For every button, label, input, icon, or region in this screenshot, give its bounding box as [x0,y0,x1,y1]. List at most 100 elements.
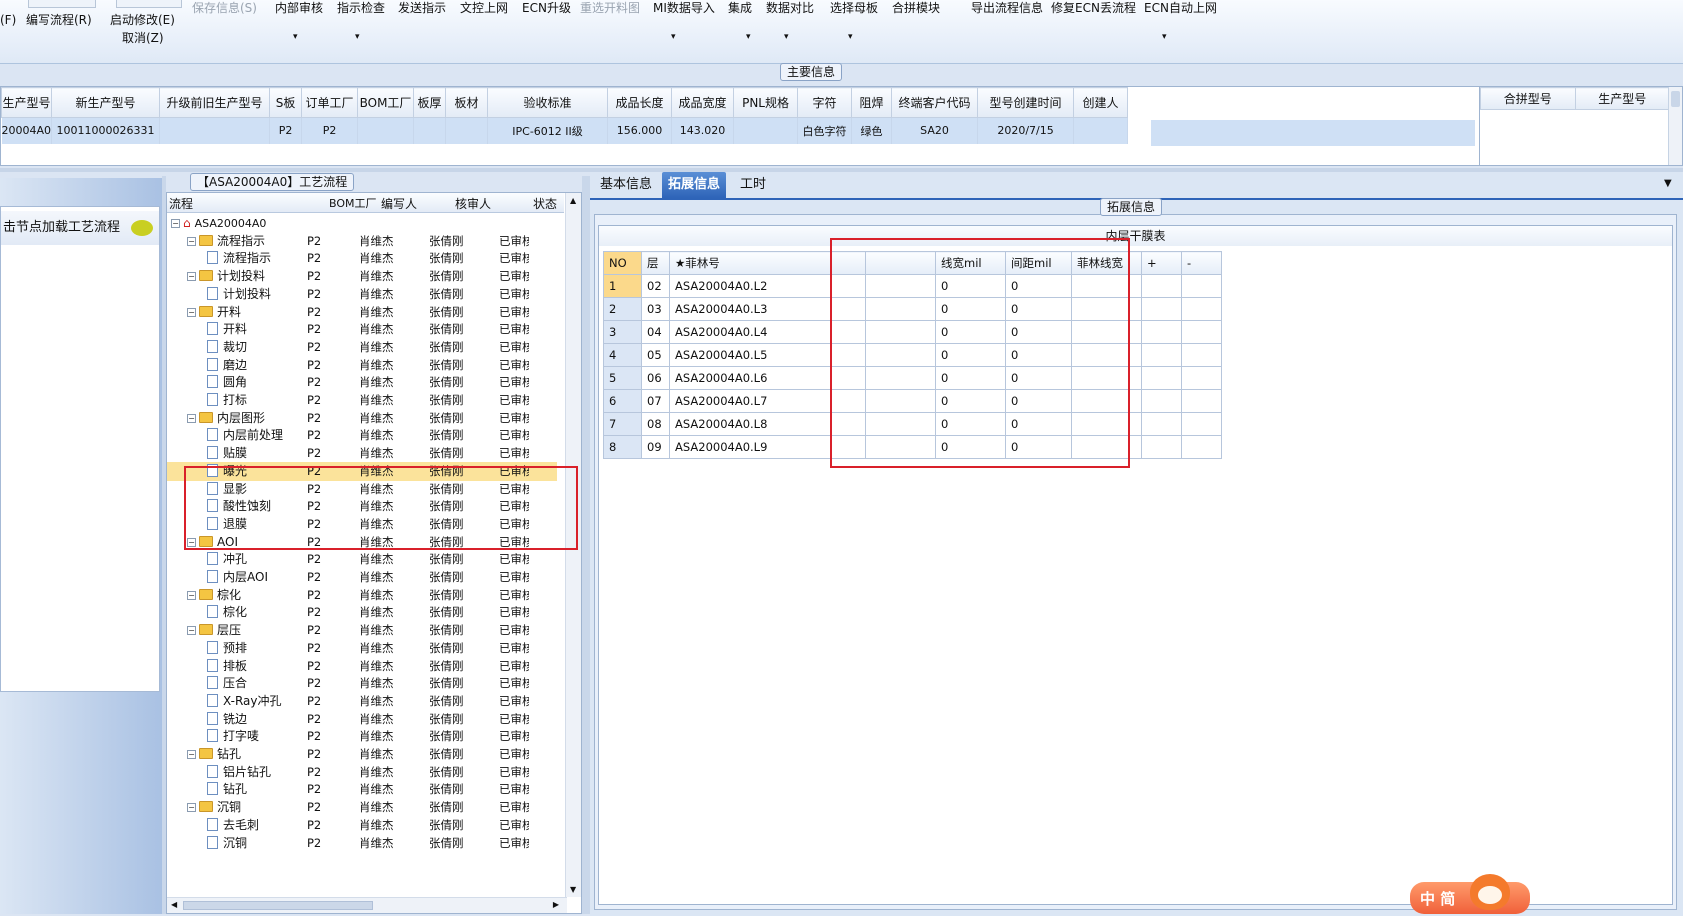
right-splitter[interactable] [582,176,590,914]
ext-cell[interactable]: 3 [603,320,642,344]
ext-cell[interactable] [1141,297,1182,321]
toolbar-button-4[interactable]: 文控上网 [460,0,508,16]
process-row[interactable]: 流程指示 P2 肖维杰 张倩刚 已审核 [167,249,557,268]
ext-cell[interactable] [1181,274,1222,298]
toolbar-button-2[interactable]: 指示检查 [337,0,385,16]
ext-cell[interactable] [1141,274,1182,298]
collapse-icon[interactable]: − [187,236,196,246]
ext-cell[interactable]: 05 [641,343,670,367]
toolbar-button-1[interactable]: 内部审核 [275,0,323,16]
collapse-icon[interactable]: − [187,626,196,636]
tab-2[interactable]: 工时 [734,172,772,198]
toolbar-button-0[interactable]: 保存信息(S) [192,0,257,16]
ext-cell[interactable]: 04 [641,320,670,344]
scroll-right-icon[interactable]: ▶ [553,900,559,909]
toolbar-button-6[interactable]: 重选开料图 [580,0,640,16]
ext-cell[interactable]: 07 [641,389,670,413]
process-row[interactable]: 贴膜 P2 肖维杰 张倩刚 已审核 [167,444,557,463]
process-row[interactable]: − 层压 P2 肖维杰 张倩刚 已审核 [167,621,557,640]
ext-cell[interactable]: 5 [603,366,642,390]
main-col-header-4[interactable]: 订单工厂 [301,87,359,118]
dropdown-arrow-icon[interactable]: ▾ [1162,29,1167,45]
ext-cell[interactable] [1141,320,1182,344]
toolbar-button-3[interactable]: 发送指示 [398,0,446,16]
toolbar-button-7[interactable]: MI数据导入 [653,0,715,16]
main-col-header-6[interactable]: 板厚 [413,87,447,118]
merge-col-header-0[interactable]: 合拼型号 [1480,87,1576,110]
ext-cell[interactable] [1181,343,1222,367]
ext-cell[interactable]: 03 [641,297,670,321]
ext-col-header-0[interactable]: NO [603,251,642,275]
main-col-header-8[interactable]: 验收标准 [487,87,609,118]
ext-cell[interactable]: 06 [641,366,670,390]
collapse-icon[interactable]: − [187,307,196,317]
main-col-header-9[interactable]: 成品长度 [607,87,673,118]
collapse-icon[interactable]: − [187,413,196,423]
main-col-header-11[interactable]: PNL规格 [733,87,799,118]
process-row[interactable]: 计划投料 P2 肖维杰 张倩刚 已审核 [167,285,557,304]
tree-root-row[interactable]: − ⌂ ASA20004A0 [167,214,557,233]
ext-cell[interactable]: 1 [603,274,642,298]
auto-modify-button[interactable]: 启动修改(E) [110,12,175,28]
process-col-header-2[interactable]: 编写人 [381,195,417,212]
ext-cell[interactable] [1181,435,1222,459]
cancel-button[interactable]: 取消(Z) [122,30,164,46]
process-row[interactable]: − 开料 P2 肖维杰 张倩刚 已审核 [167,303,557,322]
main-col-header-5[interactable]: BOM工厂 [357,87,415,118]
ext-cell[interactable] [1141,389,1182,413]
process-col-header-1[interactable]: BOM工厂 [329,195,377,211]
tab-menu-arrow-icon[interactable]: ▼ [1664,178,1672,189]
toolbar-button-9[interactable]: 数据对比 [766,0,814,16]
ext-col-header-8[interactable]: - [1181,251,1222,275]
write-flow-button[interactable]: 编写流程(R) [26,12,92,28]
process-row[interactable]: 铝片钻孔 P2 肖维杰 张倩刚 已审核 [167,763,557,782]
main-col-header-14[interactable]: 终端客户代码 [891,87,979,118]
ext-cell[interactable]: 8 [603,435,642,459]
ext-cell[interactable]: 02 [641,274,670,298]
ext-cell[interactable]: 7 [603,412,642,436]
process-row[interactable]: 冲孔 P2 肖维杰 张倩刚 已审核 [167,550,557,569]
main-col-header-7[interactable]: 板材 [445,87,489,118]
toolbar-button-12[interactable]: 导出流程信息 [971,0,1043,16]
collapse-icon[interactable]: − [187,272,196,282]
main-col-header-2[interactable]: 升级前旧生产型号 [159,87,271,118]
dropdown-arrow-icon[interactable]: ▾ [355,29,360,45]
process-col-header-3[interactable]: 核审人 [455,195,491,212]
process-row[interactable]: − 内层图形 P2 肖维杰 张倩刚 已审核 [167,409,557,428]
ext-cell[interactable] [1181,389,1222,413]
collapse-icon[interactable]: − [171,219,180,228]
process-row[interactable]: 棕化 P2 肖维杰 张倩刚 已审核 [167,603,557,622]
main-col-header-3[interactable]: S板 [269,87,303,118]
ext-col-header-1[interactable]: 层 [641,251,670,275]
process-row[interactable]: − 棕化 P2 肖维杰 张倩刚 已审核 [167,586,557,605]
process-col-header-4[interactable]: 状态 [533,195,557,212]
process-row[interactable]: 内层AOI P2 肖维杰 张倩刚 已审核 [167,568,557,587]
collapse-icon[interactable]: − [187,590,196,600]
process-row[interactable]: 排板 P2 肖维杰 张倩刚 已审核 [167,657,557,676]
dropdown-arrow-icon[interactable]: ▾ [784,29,789,45]
ext-col-header-7[interactable]: + [1141,251,1182,275]
main-col-header-12[interactable]: 字符 [797,87,853,118]
merge-col-header-1[interactable]: 生产型号 [1574,87,1670,110]
process-row[interactable]: − 流程指示 P2 肖维杰 张倩刚 已审核 [167,232,557,251]
ext-cell[interactable] [1181,297,1222,321]
tab-0[interactable]: 基本信息 [594,172,658,198]
toolbar-button-5[interactable]: ECN升级 [522,0,571,16]
ext-cell[interactable]: 09 [641,435,670,459]
scroll-up-icon[interactable]: ▲ [570,196,576,205]
process-row[interactable]: 磨边 P2 肖维杰 张倩刚 已审核 [167,356,557,375]
main-col-header-15[interactable]: 型号创建时间 [977,87,1075,118]
toolbar-button-10[interactable]: 选择母板 [830,0,878,16]
collapse-icon[interactable]: − [187,750,196,759]
hscroll-thumb[interactable] [183,901,373,910]
dropdown-arrow-icon[interactable]: ▾ [671,29,676,45]
load-flow-hint[interactable]: 击节点加载工艺流程 [1,211,159,245]
process-row[interactable]: X-Ray冲孔 P2 肖维杰 张倩刚 已审核 [167,692,557,711]
main-info-row[interactable]: 20004A0 10011000026331 P2 P2 IPC-6012 II级 156… [1,117,1129,144]
process-row[interactable]: 铣边 P2 肖维杰 张倩刚 已审核 [167,710,557,729]
process-row[interactable]: 打字唛 P2 肖维杰 张倩刚 已审核 [167,727,557,746]
ext-cell[interactable]: 08 [641,412,670,436]
main-col-header-10[interactable]: 成品宽度 [671,87,735,118]
process-row[interactable]: 裁切 P2 肖维杰 张倩刚 已审核 [167,338,557,357]
ext-cell[interactable] [1141,412,1182,436]
